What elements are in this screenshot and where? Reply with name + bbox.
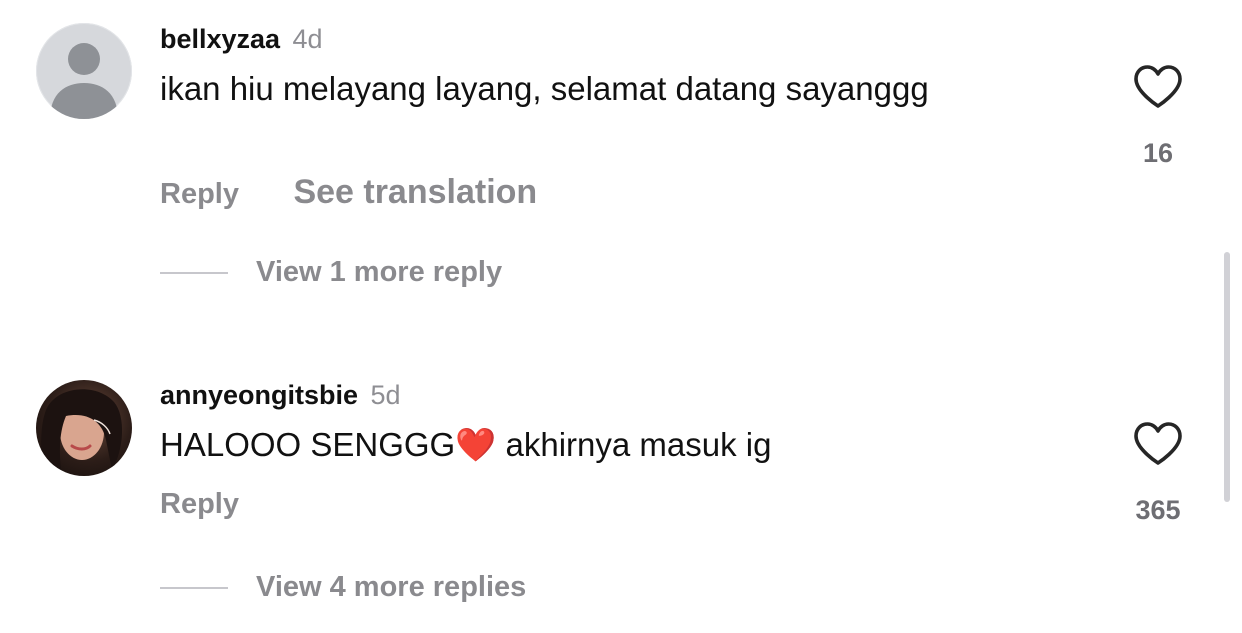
comment-actions: Reply bbox=[160, 488, 239, 521]
comment-actions: Reply See translation bbox=[160, 173, 537, 212]
like-count: 365 bbox=[1135, 495, 1181, 525]
comment-text-part: HALOOO SENGGG bbox=[160, 426, 456, 463]
view-replies-button[interactable]: View 4 more replies bbox=[160, 571, 526, 604]
comment-header: bellxyzaa 4d bbox=[160, 24, 323, 55]
profile-photo-image bbox=[41, 389, 123, 476]
heart-icon[interactable] bbox=[1132, 64, 1184, 110]
like-count: 16 bbox=[1142, 138, 1174, 168]
reply-thread-line bbox=[160, 586, 228, 589]
avatar[interactable] bbox=[36, 380, 132, 476]
comment-text: ikan hiu melayang layang, selamat datang… bbox=[160, 70, 929, 107]
view-replies-label: View 4 more replies bbox=[256, 571, 527, 603]
reply-thread-line bbox=[160, 271, 228, 274]
scrollbar[interactable] bbox=[1224, 252, 1230, 502]
red-heart-emoji: ❤️ bbox=[455, 425, 497, 464]
like-control: 365 bbox=[1118, 421, 1198, 526]
comment-item: annyeongitsbie 5d HALOOO SENGGG❤️ akhirn… bbox=[0, 360, 1242, 633]
reply-button[interactable]: Reply bbox=[160, 488, 239, 520]
comment-header: annyeongitsbie 5d bbox=[160, 380, 401, 411]
view-replies-button[interactable]: View 1 more reply bbox=[160, 256, 502, 289]
like-control: 16 bbox=[1118, 64, 1198, 169]
view-replies-label: View 1 more reply bbox=[256, 256, 503, 288]
see-translation-button[interactable]: See translation bbox=[293, 173, 537, 211]
reply-button[interactable]: Reply bbox=[160, 178, 239, 210]
comment-text-part: akhirnya masuk ig bbox=[496, 426, 772, 463]
comment-text: HALOOO SENGGG❤️ akhirnya masuk ig bbox=[160, 424, 980, 466]
comment-item: bellxyzaa 4d ikan hiu melayang layang, s… bbox=[0, 0, 1242, 320]
timestamp: 5d bbox=[370, 380, 401, 410]
timestamp: 4d bbox=[292, 24, 323, 54]
heart-icon[interactable] bbox=[1132, 421, 1184, 467]
avatar[interactable] bbox=[36, 23, 132, 119]
username[interactable]: bellxyzaa bbox=[160, 24, 280, 54]
username[interactable]: annyeongitsbie bbox=[160, 380, 358, 410]
default-avatar-icon bbox=[50, 43, 118, 119]
